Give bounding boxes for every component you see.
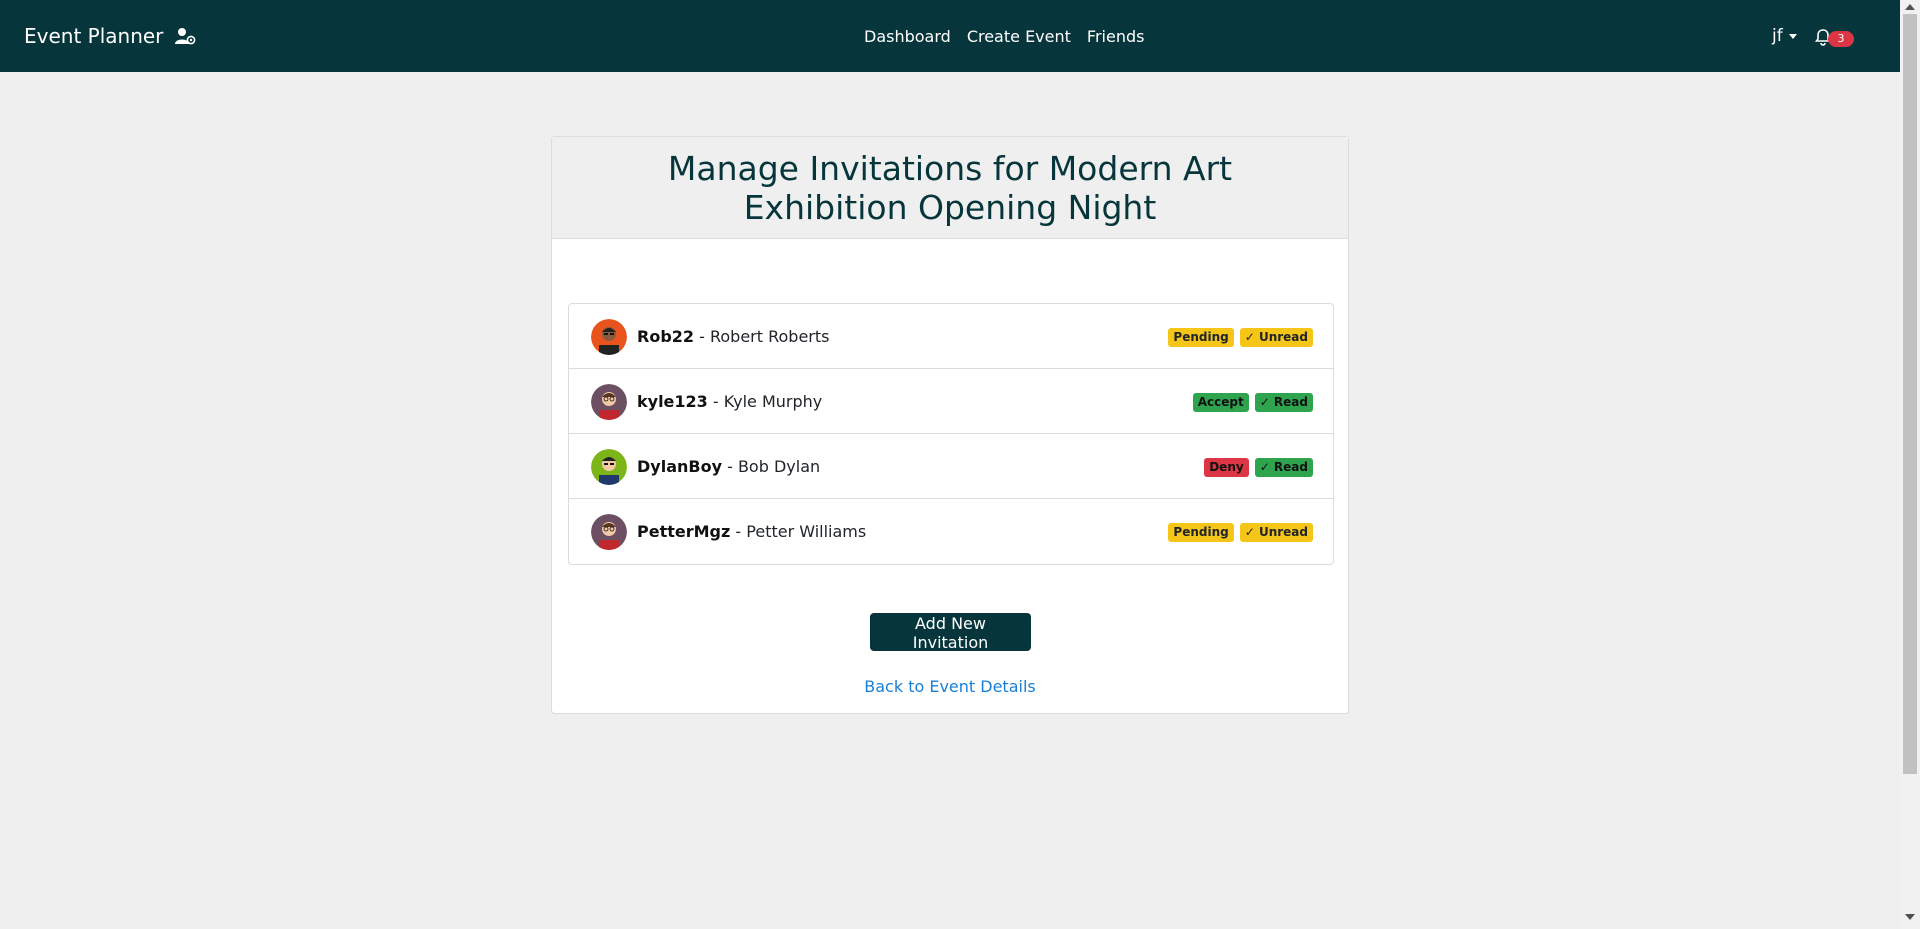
scrollbar-thumb[interactable] (1903, 14, 1917, 774)
nav-dashboard[interactable]: Dashboard (864, 27, 951, 46)
avatar (591, 514, 627, 550)
card-header: Manage Invitations for Modern Art Exhibi… (552, 137, 1348, 239)
status-badges: Pending ✓ Unread (1168, 328, 1313, 347)
status-badge: Deny (1204, 458, 1249, 477)
status-badge: Pending (1168, 523, 1234, 542)
notification-count-badge: 3 (1828, 31, 1854, 47)
invitation-row: kyle123 - Kyle Murphy Accept ✓ Read (569, 369, 1333, 434)
brand-link[interactable]: Event Planner (24, 0, 163, 72)
invitee-info: PetterMgz - Petter Williams (637, 499, 866, 564)
invitation-list: Rob22 - Robert Roberts Pending ✓ Unread (568, 303, 1334, 565)
status-badges: Accept ✓ Read (1192, 393, 1313, 412)
main-nav: Dashboard Create Event Friends (864, 0, 1144, 72)
invitations-card: Manage Invitations for Modern Art Exhibi… (551, 136, 1349, 714)
add-new-invitation-button[interactable]: Add New Invitation (870, 613, 1031, 652)
status-badges: Deny ✓ Read (1204, 458, 1313, 477)
invitee-info: DylanBoy - Bob Dylan (637, 434, 820, 499)
invitee-full-name: - Kyle Murphy (712, 392, 823, 411)
nav-friends[interactable]: Friends (1087, 27, 1145, 46)
notifications-button[interactable]: 3 (1814, 26, 1854, 50)
status-badge: Pending (1168, 328, 1234, 347)
status-badges: Pending ✓ Unread (1168, 523, 1313, 542)
invitee-username: DylanBoy (637, 457, 722, 476)
user-initials: jf (1772, 26, 1783, 46)
page-title: Manage Invitations for Modern Art Exhibi… (667, 148, 1233, 227)
invitation-row: DylanBoy - Bob Dylan Deny ✓ Read (569, 434, 1333, 499)
read-badge: ✓ Unread (1239, 328, 1313, 347)
avatar (591, 449, 627, 485)
avatar (591, 384, 627, 420)
navbar: Event Planner Dashboard Create Event Fri… (0, 0, 1900, 72)
caret-down-icon (1788, 33, 1797, 39)
avatar (591, 319, 627, 355)
back-to-event-details-link: Back to Event Details (552, 677, 1348, 696)
invitee-full-name: - Bob Dylan (727, 457, 821, 476)
status-badge: Accept (1192, 393, 1249, 412)
invitee-username: PetterMgz (637, 522, 731, 541)
invitation-row: Rob22 - Robert Roberts Pending ✓ Unread (569, 304, 1333, 369)
nav-create-event[interactable]: Create Event (967, 27, 1071, 46)
invitee-info: Rob22 - Robert Roberts (637, 304, 829, 369)
invitee-full-name: - Petter Williams (735, 522, 867, 541)
read-badge: ✓ Unread (1239, 523, 1313, 542)
invitee-info: kyle123 - Kyle Murphy (637, 369, 822, 434)
scroll-down-icon[interactable] (1905, 914, 1915, 920)
user-menu-toggle[interactable]: jf (1772, 0, 1797, 72)
back-link-text[interactable]: Back to Event Details (864, 677, 1035, 696)
read-badge: ✓ Read (1254, 458, 1313, 477)
read-badge: ✓ Read (1254, 393, 1313, 412)
invitee-full-name: - Robert Roberts (699, 327, 830, 346)
invitee-username: kyle123 (637, 392, 708, 411)
invitation-row: PetterMgz - Petter Williams Pending ✓ Un… (569, 499, 1333, 564)
scroll-up-icon[interactable] (1905, 4, 1915, 10)
user-settings-icon[interactable] (174, 26, 196, 46)
invitee-username: Rob22 (637, 327, 695, 346)
